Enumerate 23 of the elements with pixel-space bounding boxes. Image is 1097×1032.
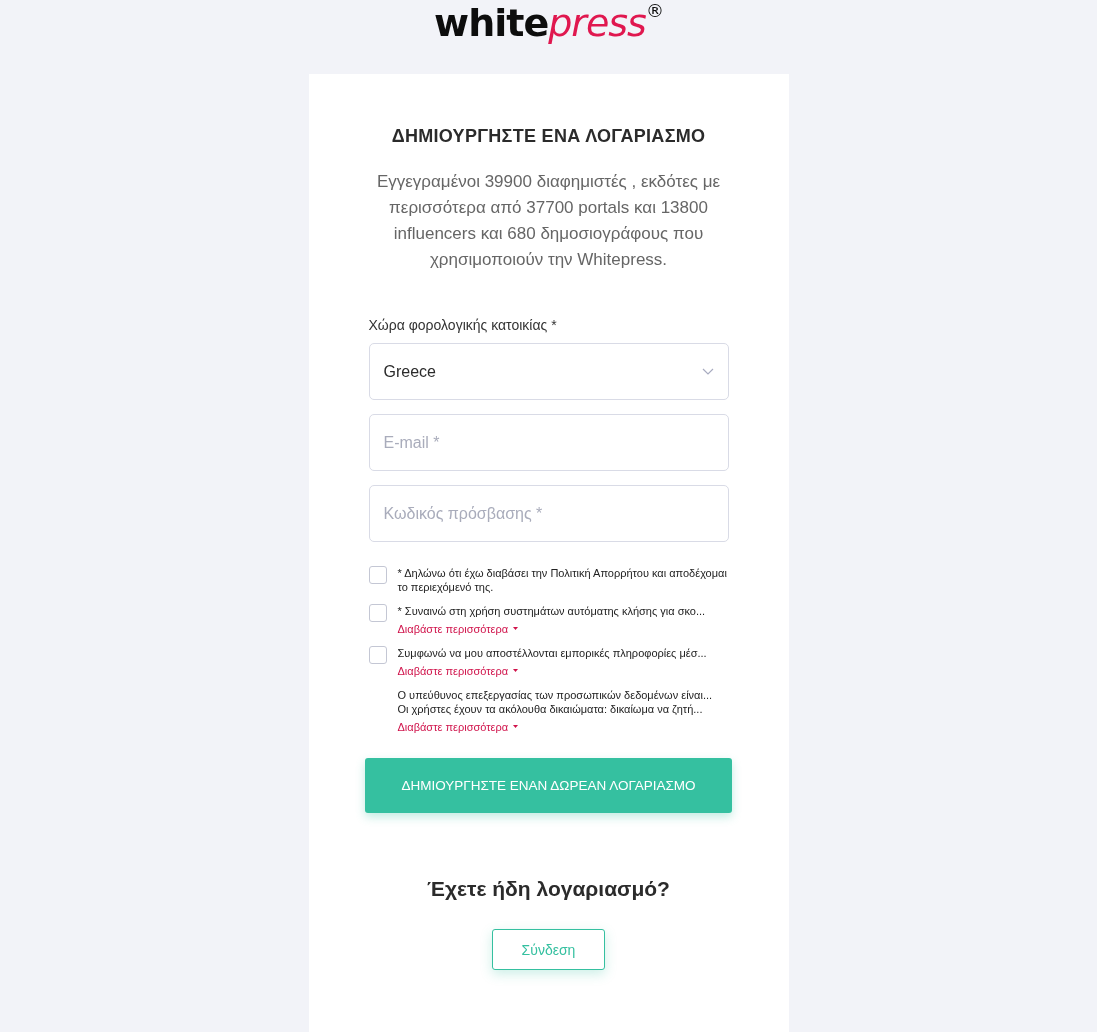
checkbox[interactable] bbox=[368, 604, 387, 622]
input-field[interactable]: Κωδικός πρόσβασης * bbox=[368, 485, 729, 542]
consent-text: Οι χρήστες έχουν τα ακόλουθα δικαιώματα: δικαίωμα να ζητή... bbox=[397, 702, 704, 716]
input-field[interactable]: E-mail * bbox=[368, 414, 729, 471]
consent-text: Ο υπεύθυνος επεξεργασίας των προσωπικών δεδομένων είναι... bbox=[397, 688, 713, 702]
login-prompt: Έχετε ήδη λογαριασμό? bbox=[427, 877, 670, 901]
form-title: ΔΗΜΙΟΥΡΓΗΣΤΕ ΕΝΑ ΛΟΓΑΡΙΑΣΜΟ bbox=[391, 126, 706, 147]
consent-text: * Δηλώνω ότι έχω διαβάσει την Πολιτική Απορρήτου και αποδέχομαι το περιεχόμενό της. bbox=[397, 566, 728, 594]
consent-text: Συμφωνώ να μου αποστέλλονται εμπορικές πληροφορίες μέσ... bbox=[397, 646, 707, 660]
read-more-link[interactable]: Διαβάστε περισσότερα bbox=[397, 664, 519, 678]
caret-icon bbox=[513, 627, 519, 631]
read-more-link[interactable]: Διαβάστε περισσότερα bbox=[397, 622, 519, 636]
logo: whitepress$^{®}$ bbox=[434, 0, 663, 47]
caret-icon bbox=[513, 725, 519, 729]
checkbox[interactable] bbox=[368, 566, 387, 584]
checkbox[interactable] bbox=[368, 646, 387, 664]
read-more-link[interactable]: Διαβάστε περισσότερα bbox=[397, 720, 519, 734]
chevron-down-icon bbox=[701, 368, 714, 375]
caret-icon bbox=[513, 669, 519, 673]
field-label: Χώρα φορολογικής κατοικίας * bbox=[368, 317, 558, 333]
intro-text: Εγγεγραμένοι 39900 διαφημιστές , εκδότες με περισσότερα από 37700 portals και 13800 influencers και 680 δημοσιογράφους που χρησιμοποιούν την Whitepress. bbox=[375, 171, 722, 271]
country-select[interactable]: Greece bbox=[368, 343, 729, 400]
consent-text: * Συναινώ στη χρήση συστημάτων αυτόματης κλήσης για σκο... bbox=[397, 604, 706, 618]
